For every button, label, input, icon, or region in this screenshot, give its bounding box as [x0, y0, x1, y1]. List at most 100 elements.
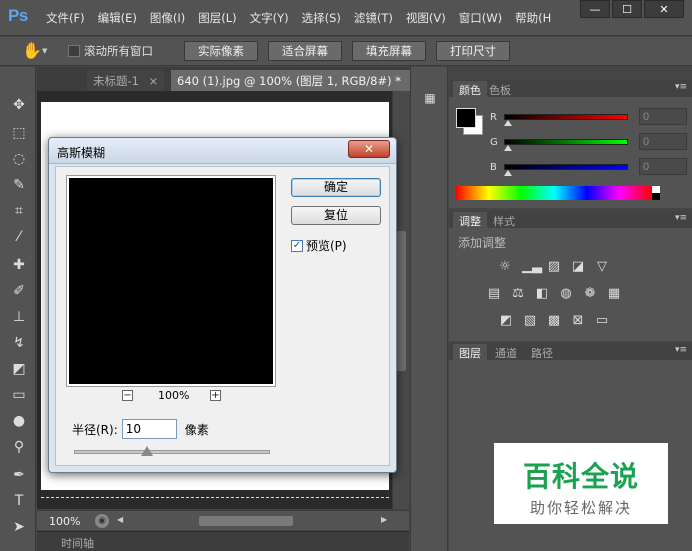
history-panel-icon[interactable]: ▦ [420, 91, 440, 109]
reset-button[interactable]: 复位 [291, 206, 381, 225]
type-tool-icon[interactable]: T [9, 491, 29, 511]
dialog-close-button[interactable]: ✕ [348, 140, 390, 158]
color-spectrum-ramp[interactable] [456, 186, 652, 200]
red-slider-handle[interactable] [504, 120, 512, 126]
tab-styles[interactable]: 样式 [487, 212, 521, 228]
fit-screen-button[interactable]: 适合屏幕 [268, 41, 342, 61]
eyedropper-tool-icon[interactable]: ⁄ [9, 227, 29, 247]
radius-input[interactable] [121, 419, 177, 439]
color-lookup-icon[interactable]: ▦ [606, 286, 622, 302]
vibrance-icon[interactable]: ▽ [594, 259, 610, 275]
tab-640-jpg[interactable]: 640 (1).jpg @ 100% (图层 1, RGB/8#) * × [171, 70, 427, 91]
status-info-icon[interactable]: ◉ [95, 514, 109, 528]
tab-swatches[interactable]: 色板 [483, 81, 517, 97]
menu-image[interactable]: 图像(I) [150, 10, 185, 26]
green-slider-handle[interactable] [504, 145, 512, 151]
tabs-overflow-icon[interactable]: » [394, 72, 401, 85]
lasso-tool-icon[interactable]: ◌ [9, 149, 29, 169]
pen-tool-icon[interactable]: ✒ [9, 465, 29, 485]
vertical-scroll-thumb[interactable] [396, 231, 406, 371]
checkbox-box[interactable] [68, 45, 80, 57]
tab-adjustments[interactable]: 调整 [453, 212, 487, 228]
menu-filter[interactable]: 滤镜(T) [354, 10, 393, 26]
hue-saturation-icon[interactable]: ▤ [486, 286, 502, 302]
exposure-icon[interactable]: ◪ [570, 259, 586, 275]
quick-select-tool-icon[interactable]: ✎ [9, 175, 29, 195]
menu-window[interactable]: 窗口(W) [459, 10, 502, 26]
panel-menu-icon[interactable]: ▾≡ [675, 213, 687, 223]
zoom-in-button[interactable]: + [210, 390, 221, 401]
red-channel-slider[interactable] [504, 114, 628, 120]
zoom-level[interactable]: 100% [49, 515, 80, 528]
blue-value-input[interactable] [639, 158, 687, 175]
blur-preview-image[interactable] [69, 178, 273, 384]
menu-layer[interactable]: 图层(L) [198, 10, 236, 26]
healing-brush-tool-icon[interactable]: ✚ [9, 255, 29, 275]
menu-select[interactable]: 选择(S) [302, 10, 341, 26]
timeline-label[interactable]: 时间轴 [61, 535, 94, 551]
brush-tool-icon[interactable]: ✐ [9, 281, 29, 301]
path-select-tool-icon[interactable]: ➤ [9, 517, 29, 537]
green-value-input[interactable] [639, 133, 687, 150]
clone-stamp-tool-icon[interactable]: ⊥ [9, 307, 29, 327]
menu-view[interactable]: 视图(V) [406, 10, 446, 26]
close-window-button[interactable]: ✕ [644, 0, 684, 18]
actual-pixels-button[interactable]: 实际像素 [184, 41, 258, 61]
threshold-icon[interactable]: ▩ [546, 313, 562, 329]
menu-help[interactable]: 帮助(H [515, 10, 551, 26]
crop-tool-icon[interactable]: ⌗ [9, 201, 29, 221]
chevron-down-icon[interactable]: ▼ [42, 47, 47, 55]
radius-slider[interactable] [74, 446, 270, 456]
timeline-panel-bar[interactable]: 时间轴 [37, 531, 409, 551]
eraser-tool-icon[interactable]: ◩ [9, 359, 29, 379]
preview-checkbox-box[interactable]: ✓ [291, 239, 303, 252]
zoom-out-button[interactable]: − [122, 390, 133, 401]
invert-icon[interactable]: ◩ [498, 313, 514, 329]
panel-menu-icon[interactable]: ▾≡ [675, 82, 687, 92]
blue-channel-slider[interactable] [504, 164, 628, 170]
blue-slider-handle[interactable] [504, 170, 512, 176]
black-white-ramp[interactable] [652, 186, 660, 200]
posterize-icon[interactable]: ▧ [522, 313, 538, 329]
scroll-right-icon[interactable]: ▶ [381, 515, 387, 524]
green-channel-slider[interactable] [504, 139, 628, 145]
preview-checkbox[interactable]: ✓ 预览(P) [291, 237, 347, 254]
red-value-input[interactable] [639, 108, 687, 125]
ok-button[interactable]: 确定 [291, 178, 381, 197]
minimize-button[interactable]: — [580, 0, 610, 18]
foreground-color-swatch[interactable] [456, 108, 476, 128]
tab-color[interactable]: 颜色 [453, 81, 487, 97]
tab-untitled-1[interactable]: 未标题-1 × [87, 70, 165, 91]
black-white-icon[interactable]: ◧ [534, 286, 550, 302]
curves-icon[interactable]: ▨ [546, 259, 562, 275]
history-brush-tool-icon[interactable]: ↯ [9, 333, 29, 353]
channel-mixer-icon[interactable]: ❁ [582, 286, 598, 302]
tab-close-icon[interactable]: × [149, 74, 159, 88]
horizontal-scroll-thumb[interactable] [199, 516, 293, 526]
print-size-button[interactable]: 打印尺寸 [436, 41, 510, 61]
selective-color-icon[interactable]: ⊠ [570, 313, 586, 329]
color-balance-icon[interactable]: ⚖ [510, 286, 526, 302]
scroll-all-windows-checkbox[interactable]: 滚动所有窗口 [68, 43, 153, 59]
dodge-tool-icon[interactable]: ⚲ [9, 437, 29, 457]
photo-filter-icon[interactable]: ◍ [558, 286, 574, 302]
menu-type[interactable]: 文字(Y) [250, 10, 289, 26]
tab-layers[interactable]: 图层 [453, 344, 487, 360]
levels-icon[interactable]: ▁▃ [522, 259, 542, 275]
maximize-button[interactable]: ☐ [612, 0, 642, 18]
blur-tool-icon[interactable]: ● [9, 411, 29, 431]
tab-paths[interactable]: 路径 [525, 344, 559, 360]
fill-screen-button[interactable]: 填充屏幕 [352, 41, 426, 61]
brightness-contrast-icon[interactable]: ☼ [497, 259, 513, 275]
move-tool-icon[interactable]: ✥ [9, 95, 29, 115]
gradient-map-icon[interactable]: ▭ [594, 313, 610, 329]
horizontal-scrollbar[interactable] [119, 515, 381, 527]
menu-file[interactable]: 文件(F) [46, 10, 85, 26]
gradient-tool-icon[interactable]: ▭ [9, 385, 29, 405]
menu-edit[interactable]: 编辑(E) [98, 10, 137, 26]
dialog-titlebar[interactable]: 高斯模糊 ✕ [49, 138, 396, 164]
radius-slider-handle[interactable] [140, 446, 153, 456]
tab-channels[interactable]: 通道 [489, 344, 523, 360]
panel-menu-icon[interactable]: ▾≡ [675, 345, 687, 355]
hand-icon[interactable]: ✋ [22, 41, 42, 60]
